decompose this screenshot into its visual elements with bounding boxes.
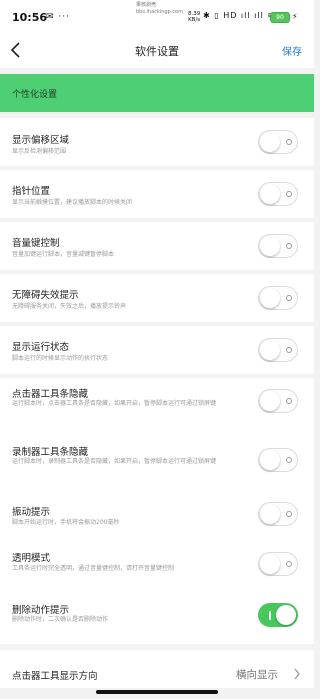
setting-toggle[interactable] <box>258 502 298 526</box>
setting-description: 显示当前触摸位置，建议播放脚本的时候关闭 <box>12 199 133 206</box>
section-banner: 个性化设置 <box>0 74 314 112</box>
toolbar-direction-label: 点击器工具显示方向 <box>12 671 98 682</box>
setting-row: 显示偏移区域显示反检测偏移范围 <box>0 118 314 166</box>
setting-title: 指针位置 <box>12 186 51 197</box>
setting-title: 振动提示 <box>12 507 51 518</box>
setting-toggle[interactable] <box>258 552 298 576</box>
charging-icon: ⚡ <box>292 12 298 21</box>
toggle-knob <box>276 605 296 625</box>
setting-description: 显示反检测偏移范围 <box>12 148 67 155</box>
section-title: 个性化设置 <box>12 90 58 100</box>
setting-title: 显示偏移区域 <box>12 135 70 146</box>
home-indicator[interactable] <box>96 690 218 694</box>
setting-description: 删除动作时，二次确认是否删除动作 <box>12 616 109 623</box>
toggle-off-mark <box>286 457 292 463</box>
toggle-knob <box>260 450 280 470</box>
setting-title: 音量键控制 <box>12 238 60 249</box>
setting-row: 指针位置显示当前触摸位置，建议播放脚本的时候关闭 <box>0 170 314 218</box>
setting-description: 音量加键运行脚本，音量减键暂停脚本 <box>12 251 115 258</box>
toggle-off-mark <box>286 561 292 567</box>
toggle-knob <box>260 340 280 360</box>
toggle-off-mark <box>286 243 292 249</box>
toolbar-direction-value[interactable]: 横向显示 <box>236 667 278 682</box>
toggle-off-mark <box>286 139 292 145</box>
setting-description: 工具条运行时完全透明，通过音量键控制，请打开音量键控制 <box>12 565 175 572</box>
toggle-knob <box>260 391 280 411</box>
setting-row: 显示运行状态脚本运行的时候显示动作的执行状态 <box>0 326 314 374</box>
setting-description: 脚本开始运行时，手机将会振动200毫秒 <box>12 519 120 526</box>
network-speed: 8.39 KB/s <box>188 11 200 23</box>
setting-title: 录制器工具条隐藏 <box>12 447 89 458</box>
toggle-off-mark <box>286 347 292 353</box>
setting-title: 显示运行状态 <box>12 342 70 353</box>
setting-toggle[interactable] <box>258 389 298 413</box>
page-title: 软件设置 <box>135 45 179 58</box>
watermark-line1: 果核剥壳 <box>136 2 157 8</box>
toggle-knob <box>260 236 280 256</box>
watermark: 果核剥壳 bbs.ihackingp.com <box>136 2 183 16</box>
toggle-knob <box>260 504 280 524</box>
toolbar-direction-row[interactable]: 点击器工具显示方向 横向显示 <box>0 650 314 688</box>
battery-icon: 90 <box>270 12 290 23</box>
setting-toggle[interactable] <box>258 448 298 472</box>
toggle-knob <box>260 132 280 152</box>
setting-toggle[interactable] <box>258 338 298 362</box>
toggle-off-mark <box>286 295 292 301</box>
setting-toggle[interactable] <box>258 286 298 310</box>
toggle-knob <box>260 554 280 574</box>
notification-icons: ✉ ··· <box>46 12 70 22</box>
setting-toggle[interactable] <box>258 234 298 258</box>
setting-description: 运行脚本时，录制器工具条是否隐藏，如果开启，暂停脚本运行可通过锁屏键 <box>12 458 217 465</box>
setting-toggle[interactable] <box>258 130 298 154</box>
toggle-off-mark <box>286 398 292 404</box>
setting-description: 运行脚本时，点击器工具条是否隐藏，如果开启，暂停脚本运行可通过锁屏键 <box>12 400 217 407</box>
setting-toggle[interactable] <box>258 182 298 206</box>
setting-title: 无障碍失效提示 <box>12 290 79 301</box>
signal-icons: ✱ ▯ HD ıll ıll ≋ <box>203 11 276 20</box>
setting-description: 无障碍服务关闭，失效之后，播放提示铃声 <box>12 303 127 310</box>
setting-row: 无障碍失效提示无障碍服务关闭，失效之后，播放提示铃声 <box>0 274 314 322</box>
setting-row: 点击器工具条隐藏 运行脚本时，点击器工具条是否隐藏，如果开启，暂停脚本运行可通过锁… <box>0 378 314 440</box>
toggle-off-mark <box>286 191 292 197</box>
setting-row: 透明模式 工具条运行时完全透明，通过音量键控制，请打开音量键控制 <box>0 544 314 596</box>
setting-row: 振动提示 脚本开始运行时，手机将会振动200毫秒 <box>0 496 314 544</box>
network-speed-unit: KB/s <box>188 17 201 23</box>
nav-bar: 软件设置 保存 <box>0 34 314 68</box>
status-time: 10:56 <box>12 11 48 24</box>
setting-row: 录制器工具条隐藏 运行脚本时，录制器工具条是否隐藏，如果开启，暂停脚本运行可通过锁… <box>0 440 314 496</box>
watermark-line2: bbs.ihackingp.com <box>136 9 183 15</box>
setting-title: 点击器工具条隐藏 <box>12 389 89 400</box>
toggle-knob <box>260 184 280 204</box>
toggle-knob <box>260 288 280 308</box>
setting-title: 透明模式 <box>12 553 51 564</box>
setting-toggle[interactable] <box>258 603 298 627</box>
toggle-on-mark <box>269 611 271 620</box>
setting-description: 脚本运行的时候显示动作的执行状态 <box>12 355 109 362</box>
chevron-right-icon <box>294 668 300 680</box>
status-bar: 10:56 ✉ ··· 果核剥壳 bbs.ihackingp.com 8.39 … <box>0 0 314 34</box>
setting-row: 删除动作提示 删除动作时，二次确认是否删除动作 <box>0 596 314 644</box>
setting-title: 删除动作提示 <box>12 605 70 616</box>
setting-row: 音量键控制音量加键运行脚本，音量减键暂停脚本 <box>0 222 314 270</box>
save-button[interactable]: 保存 <box>282 43 302 58</box>
toggle-off-mark <box>286 511 292 517</box>
